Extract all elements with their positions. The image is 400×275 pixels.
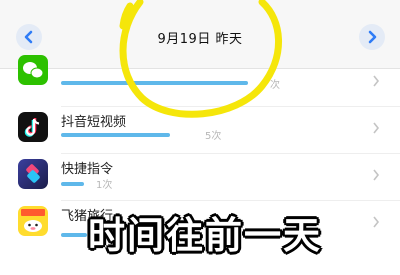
fliggy-icon — [18, 206, 48, 236]
chevron-right-icon — [373, 169, 380, 181]
previous-day-button[interactable] — [16, 24, 42, 50]
chevron-left-icon — [24, 30, 33, 44]
usage-bar — [61, 233, 87, 237]
usage-count: 1次 — [96, 180, 113, 191]
chevron-right-icon — [373, 75, 380, 87]
next-day-button[interactable] — [359, 24, 385, 50]
usage-bar — [61, 81, 248, 85]
usage-bar — [61, 133, 170, 137]
chevron-right-icon — [373, 216, 380, 228]
chevron-right-icon — [368, 30, 377, 44]
usage-count: 5次 — [205, 131, 222, 142]
date-label: 9月19日 昨天 — [157, 32, 243, 47]
wechat-icon — [18, 55, 48, 85]
list-item-shortcuts[interactable]: 快捷指令 1次 — [0, 154, 400, 202]
list-item-douyin[interactable]: 抖音短视频 5次 — [0, 107, 400, 155]
usage-count: 次 — [270, 80, 280, 91]
chevron-right-icon — [373, 122, 380, 134]
list-item-wechat[interactable]: 次 — [0, 55, 400, 107]
usage-bar — [61, 182, 84, 186]
app-name: 抖音短视频 — [61, 115, 127, 130]
overlay-caption: 时间往前一天 — [88, 214, 322, 257]
app-name: 快捷指令 — [61, 162, 114, 177]
tiktok-icon — [18, 112, 48, 142]
shortcuts-icon — [18, 159, 48, 189]
